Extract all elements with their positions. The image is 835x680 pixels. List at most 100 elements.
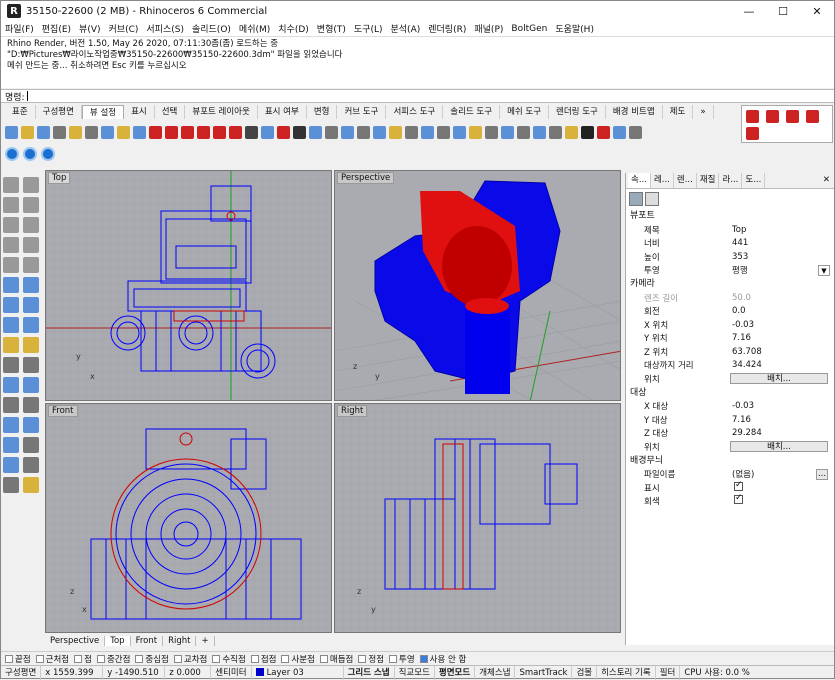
rectangle-icon[interactable]	[23, 237, 39, 253]
camera-y-field[interactable]: 7.16	[730, 333, 834, 343]
viewport-tab-right[interactable]: Right	[163, 636, 197, 646]
filter-toggle[interactable]: 필터	[656, 665, 681, 680]
view-icon[interactable]	[357, 125, 370, 139]
zoom-extents-icon[interactable]	[69, 125, 82, 139]
tab-standard[interactable]: 표준	[5, 105, 36, 119]
osnap-disable[interactable]: 사용 안 함	[419, 653, 466, 665]
tab-solid-tools[interactable]: 솔리드 도구	[443, 105, 501, 119]
viewport-perspective[interactable]: Perspective z y	[334, 170, 621, 401]
viewport-icon[interactable]	[341, 125, 354, 139]
lens-icon[interactable]	[325, 125, 338, 139]
osnap-perp[interactable]: 수직점	[212, 653, 246, 665]
view-icon[interactable]	[517, 125, 530, 139]
viewport-tab-front[interactable]: Front	[131, 636, 164, 646]
rotate-icon[interactable]	[373, 125, 386, 139]
osnap-quad[interactable]: 사분점	[281, 653, 315, 665]
circle-icon[interactable]	[3, 217, 19, 233]
shaded-mode-icon[interactable]	[23, 147, 37, 161]
layer-status[interactable]: Layer 03	[252, 665, 344, 680]
boolean-icon[interactable]	[23, 377, 39, 393]
walk-icon[interactable]	[581, 125, 594, 139]
tab-mesh-tools[interactable]: 메쉬 도구	[500, 105, 550, 119]
car-view-icon[interactable]	[277, 125, 290, 139]
text-icon[interactable]	[23, 257, 39, 273]
light-icon[interactable]	[565, 125, 578, 139]
viewport-title-front[interactable]: Front	[48, 405, 78, 417]
zoom-selected-icon[interactable]	[85, 125, 98, 139]
tab-display[interactable]: 표시	[124, 105, 155, 119]
boolean-icon[interactable]	[3, 377, 19, 393]
tab-select[interactable]: 선택	[155, 105, 186, 119]
select-icon[interactable]	[3, 177, 19, 193]
view-icon[interactable]	[533, 125, 546, 139]
tab-render-tools[interactable]: 렌더링 도구	[549, 105, 606, 119]
car-view-icon[interactable]	[149, 125, 162, 139]
copy-icon[interactable]	[23, 417, 39, 433]
target-y-field[interactable]: 7.16	[730, 415, 834, 425]
viewport-top[interactable]: Top y x	[45, 170, 332, 401]
osnap-intersection[interactable]: 교차점	[173, 653, 207, 665]
car-view-icon[interactable]	[181, 125, 194, 139]
crosshair-icon[interactable]	[421, 125, 434, 139]
add-viewport-tab-button[interactable]: +	[196, 636, 215, 646]
command-line[interactable]: 명령:	[1, 89, 834, 103]
gray-wallpaper-checkbox[interactable]	[734, 493, 743, 505]
grid-snap-toggle[interactable]: 그리드 스냅	[344, 665, 395, 680]
rotation-field[interactable]: 0.0	[730, 306, 834, 316]
tab-viewport-layout[interactable]: 뷰포트 레이아웃	[185, 105, 258, 119]
camera-icon[interactable]	[629, 192, 643, 206]
mesh-icon[interactable]	[23, 317, 39, 333]
menu-transform[interactable]: 변형(T)	[317, 22, 346, 35]
group-icon[interactable]	[3, 457, 19, 473]
view-icon[interactable]	[613, 125, 626, 139]
plane-icon[interactable]	[261, 125, 274, 139]
dimension-icon[interactable]	[3, 397, 19, 413]
tab-cplanes[interactable]: 구성평면	[36, 105, 82, 119]
light-icon[interactable]	[3, 337, 19, 353]
cplane-status[interactable]: 구성평면	[1, 665, 42, 680]
camera-icon[interactable]	[293, 125, 306, 139]
view-icon[interactable]	[485, 125, 498, 139]
surface-icon[interactable]	[23, 277, 39, 293]
show-wallpaper-checkbox[interactable]	[734, 480, 743, 491]
target-icon[interactable]	[309, 125, 322, 139]
solid-icon[interactable]	[3, 297, 19, 313]
menu-edit[interactable]: 편집(E)	[42, 22, 71, 35]
menu-solid[interactable]: 솔리드(O)	[192, 22, 231, 35]
osnap-vertex[interactable]: 정점	[358, 653, 384, 665]
car-view-icon[interactable]	[197, 125, 210, 139]
menu-panels[interactable]: 패널(P)	[474, 22, 503, 35]
top-view-icon[interactable]	[133, 125, 146, 139]
car-view-icon[interactable]	[165, 125, 178, 139]
record-history-toggle[interactable]: 히스토리 기록	[597, 665, 656, 680]
crosshair-icon[interactable]	[437, 125, 450, 139]
menu-file[interactable]: 파일(F)	[5, 22, 34, 35]
rotate-icon[interactable]	[3, 477, 19, 493]
menu-mesh[interactable]: 메쉬(M)	[239, 22, 270, 35]
sun-icon[interactable]	[469, 125, 482, 139]
panel-tab-materials[interactable]: 재질	[697, 173, 720, 188]
viewport-tab-perspective[interactable]: Perspective	[45, 636, 106, 646]
view-icon[interactable]	[629, 125, 642, 139]
menu-tools[interactable]: 도구(L)	[354, 22, 383, 35]
osnap-mid[interactable]: 중간점	[96, 653, 130, 665]
menu-surface[interactable]: 서피스(S)	[146, 22, 184, 35]
curve-icon[interactable]	[23, 197, 39, 213]
tab-visibility[interactable]: 표시 여부	[258, 105, 307, 119]
viewport-title-right[interactable]: Right	[337, 405, 368, 417]
layout-icon[interactable]	[766, 110, 779, 123]
osnap-point[interactable]: 점	[74, 653, 92, 665]
tabs-overflow-button[interactable]: »	[693, 105, 714, 119]
panel-tab-lights[interactable]: 라...	[719, 173, 743, 188]
tab-curve-tools[interactable]: 커브 도구	[337, 105, 387, 119]
ortho-toggle[interactable]: 직교모드	[395, 665, 435, 680]
cube-icon[interactable]	[501, 125, 514, 139]
tab-surface-tools[interactable]: 서피스 도구	[386, 105, 444, 119]
target-distance-field[interactable]: 34.424	[730, 360, 834, 370]
tab-set-view[interactable]: 뷰 설정	[81, 105, 125, 119]
panel-close-icon[interactable]: ✕	[820, 173, 834, 188]
polygon-icon[interactable]	[3, 257, 19, 273]
circle-icon[interactable]	[23, 217, 39, 233]
crosshair-icon[interactable]	[453, 125, 466, 139]
car-view-icon[interactable]	[229, 125, 242, 139]
